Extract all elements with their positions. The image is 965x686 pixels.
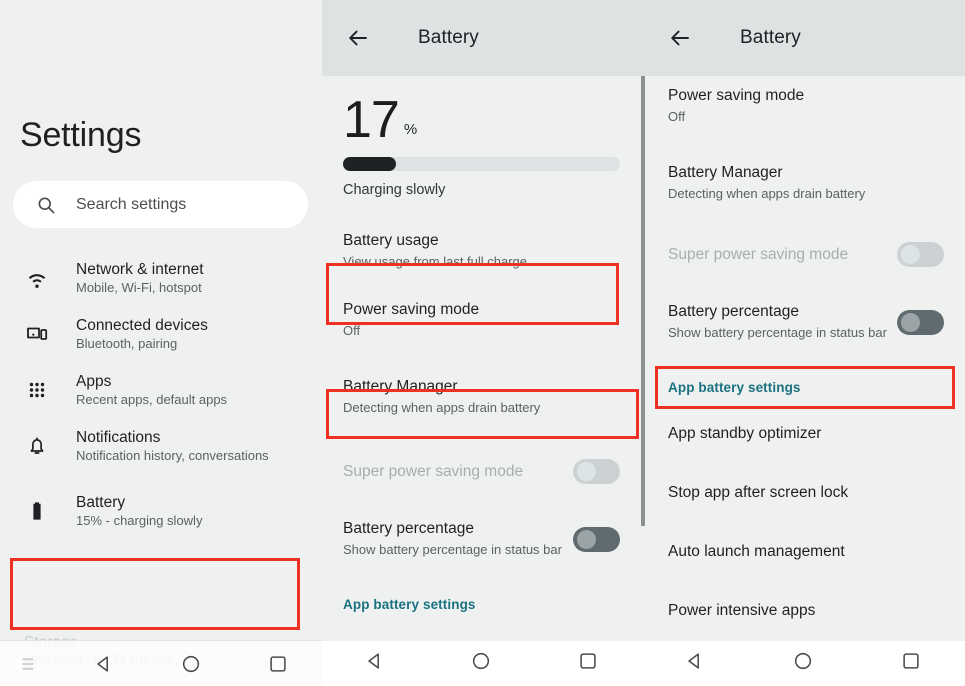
- row-auto-launch-management[interactable]: Auto launch management: [641, 529, 965, 574]
- row-battery-percentage[interactable]: Battery percentage Show battery percenta…: [641, 289, 965, 354]
- back-arrow-icon[interactable]: [346, 26, 370, 50]
- appbar-title: Battery: [740, 27, 801, 48]
- row-title: App standby optimizer: [668, 425, 822, 442]
- sidebar-item-title: Network & internet: [76, 260, 204, 278]
- page-title: Settings: [20, 116, 142, 154]
- row-subtitle: Show battery percentage in status bar: [343, 542, 562, 557]
- section-header-app-battery-settings: App battery settings: [668, 380, 801, 395]
- row-title: Power saving mode: [343, 301, 480, 318]
- sidebar-item-text: Battery 15% - charging slowly: [76, 493, 202, 530]
- nav-back-triangle-icon[interactable]: [364, 650, 386, 677]
- system-navigation-bar: [0, 641, 322, 686]
- battery-level: 17 %: [322, 76, 641, 146]
- sidebar-item-title: Battery: [76, 493, 126, 511]
- battery-percent-value: 17: [343, 91, 400, 149]
- appbar-title: Battery: [418, 27, 479, 48]
- search-input[interactable]: Search settings: [13, 181, 308, 228]
- row-power-intensive-apps[interactable]: Power intensive apps: [641, 588, 965, 633]
- battery-icon: [24, 498, 50, 524]
- row-title: Stop app after screen lock: [668, 484, 849, 501]
- apps-grid-icon: [24, 377, 50, 403]
- nav-recents-square-icon[interactable]: [577, 650, 599, 677]
- row-battery-usage[interactable]: Battery usage View usage from last full …: [322, 218, 641, 283]
- row-title: Battery percentage: [343, 520, 474, 537]
- search-icon: [36, 195, 56, 215]
- appbar: Battery: [641, 0, 965, 76]
- battery-panel-mid: Battery 17 % Charging slowly Battery usa…: [322, 0, 641, 686]
- row-title: Power intensive apps: [668, 602, 816, 619]
- battery-percentage-toggle[interactable]: [897, 309, 944, 335]
- sidebar-item-title: Connected devices: [76, 316, 208, 334]
- nav-home-circle-icon[interactable]: [147, 653, 234, 675]
- highlight-box-battery: [10, 558, 300, 630]
- row-subtitle: Off: [668, 109, 686, 124]
- row-battery-manager[interactable]: Battery Manager Detecting when apps drai…: [641, 150, 965, 215]
- battery-progress-track: [343, 157, 620, 171]
- connected-devices-icon: [24, 321, 50, 347]
- super-power-saving-toggle: [573, 459, 620, 484]
- nav-home-circle-icon[interactable]: [792, 650, 814, 677]
- row-title: Power saving mode: [668, 87, 805, 104]
- row-subtitle: Detecting when apps drain battery: [668, 186, 866, 201]
- row-subtitle: Show battery percentage in status bar: [668, 325, 887, 340]
- settings-home-panel: Settings Search settings Network & inter…: [0, 0, 322, 686]
- nav-recents-square-icon[interactable]: [900, 650, 922, 677]
- nav-home-circle-icon[interactable]: [470, 650, 492, 677]
- row-power-saving-mode[interactable]: Power saving mode Off: [322, 287, 641, 352]
- row-title: Battery Manager: [343, 378, 458, 395]
- nav-back-triangle-icon[interactable]: [684, 650, 706, 677]
- system-navigation-bar: [322, 641, 641, 686]
- back-arrow-icon[interactable]: [668, 26, 692, 50]
- sidebar-item-text: Connected devices Bluetooth, pairing: [76, 316, 208, 353]
- row-super-power-saving-mode: Super power saving mode: [322, 441, 641, 502]
- row-subtitle: Detecting when apps drain battery: [343, 400, 541, 415]
- row-title: Battery Manager: [668, 164, 783, 181]
- sidebar-item-battery[interactable]: Battery 15% - charging slowly: [0, 474, 322, 548]
- row-stop-app-after-screen-lock[interactable]: Stop app after screen lock: [641, 470, 965, 515]
- battery-panel-right: Battery Power saving mode Off Battery Ma…: [641, 0, 965, 686]
- sidebar-item-subtitle: 15% - charging slowly: [76, 512, 203, 528]
- row-power-saving-mode[interactable]: Power saving mode Off: [641, 76, 965, 138]
- row-title: Battery usage: [343, 232, 439, 249]
- row-title: Auto launch management: [668, 543, 845, 560]
- row-title: Super power saving mode: [668, 245, 849, 263]
- row-title: Super power saving mode: [343, 462, 524, 480]
- row-app-standby-optimizer[interactable]: App standby optimizer: [641, 411, 965, 456]
- row-battery-manager[interactable]: Battery Manager Detecting when apps drai…: [322, 364, 641, 429]
- nav-recents-square-icon[interactable]: [234, 653, 321, 675]
- sidebar-item-subtitle: Recent apps, default apps: [76, 391, 228, 407]
- row-super-power-saving-mode: Super power saving mode: [641, 229, 965, 279]
- battery-progress-fill: [343, 157, 396, 171]
- menu-icon[interactable]: [0, 654, 60, 674]
- section-header-app-battery-settings: App battery settings: [343, 597, 476, 612]
- wifi-icon: [24, 265, 50, 291]
- super-power-saving-toggle: [897, 242, 944, 267]
- nav-back-triangle-icon[interactable]: [60, 653, 147, 675]
- sidebar-item-notifications[interactable]: Notifications Notification history, conv…: [0, 418, 322, 474]
- row-battery-percentage[interactable]: Battery percentage Show battery percenta…: [322, 506, 641, 571]
- sidebar-item-subtitle: Mobile, Wi-Fi, hotspot: [76, 279, 202, 295]
- appbar: Battery: [322, 0, 641, 76]
- sidebar-item-connected-devices[interactable]: Connected devices Bluetooth, pairing: [0, 306, 322, 362]
- row-title: Battery percentage: [668, 303, 799, 320]
- sidebar-item-subtitle: Notification history, conversations: [76, 447, 269, 463]
- search-placeholder: Search settings: [76, 195, 187, 213]
- system-navigation-bar: [641, 641, 965, 686]
- settings-list: Network & internet Mobile, Wi-Fi, hotspo…: [0, 250, 322, 548]
- sidebar-item-network-internet[interactable]: Network & internet Mobile, Wi-Fi, hotspo…: [0, 250, 322, 306]
- bell-icon: [24, 433, 50, 459]
- battery-percentage-toggle[interactable]: [573, 526, 620, 552]
- sidebar-item-text: Apps Recent apps, default apps: [76, 372, 227, 409]
- sidebar-item-subtitle: Bluetooth, pairing: [76, 335, 178, 351]
- screenshot-root: Settings Search settings Network & inter…: [0, 0, 965, 686]
- sidebar-item-apps[interactable]: Apps Recent apps, default apps: [0, 362, 322, 418]
- sidebar-item-title: Apps: [76, 372, 112, 390]
- row-subtitle: Off: [343, 323, 361, 338]
- battery-status-text: Charging slowly: [343, 182, 446, 198]
- sidebar-item-title: Notifications: [76, 428, 161, 446]
- sidebar-item-text: Notifications Notification history, conv…: [76, 428, 269, 465]
- sidebar-item-text: Network & internet Mobile, Wi-Fi, hotspo…: [76, 260, 204, 297]
- row-subtitle: View usage from last full charge: [343, 254, 528, 269]
- battery-percent-symbol: %: [403, 121, 418, 138]
